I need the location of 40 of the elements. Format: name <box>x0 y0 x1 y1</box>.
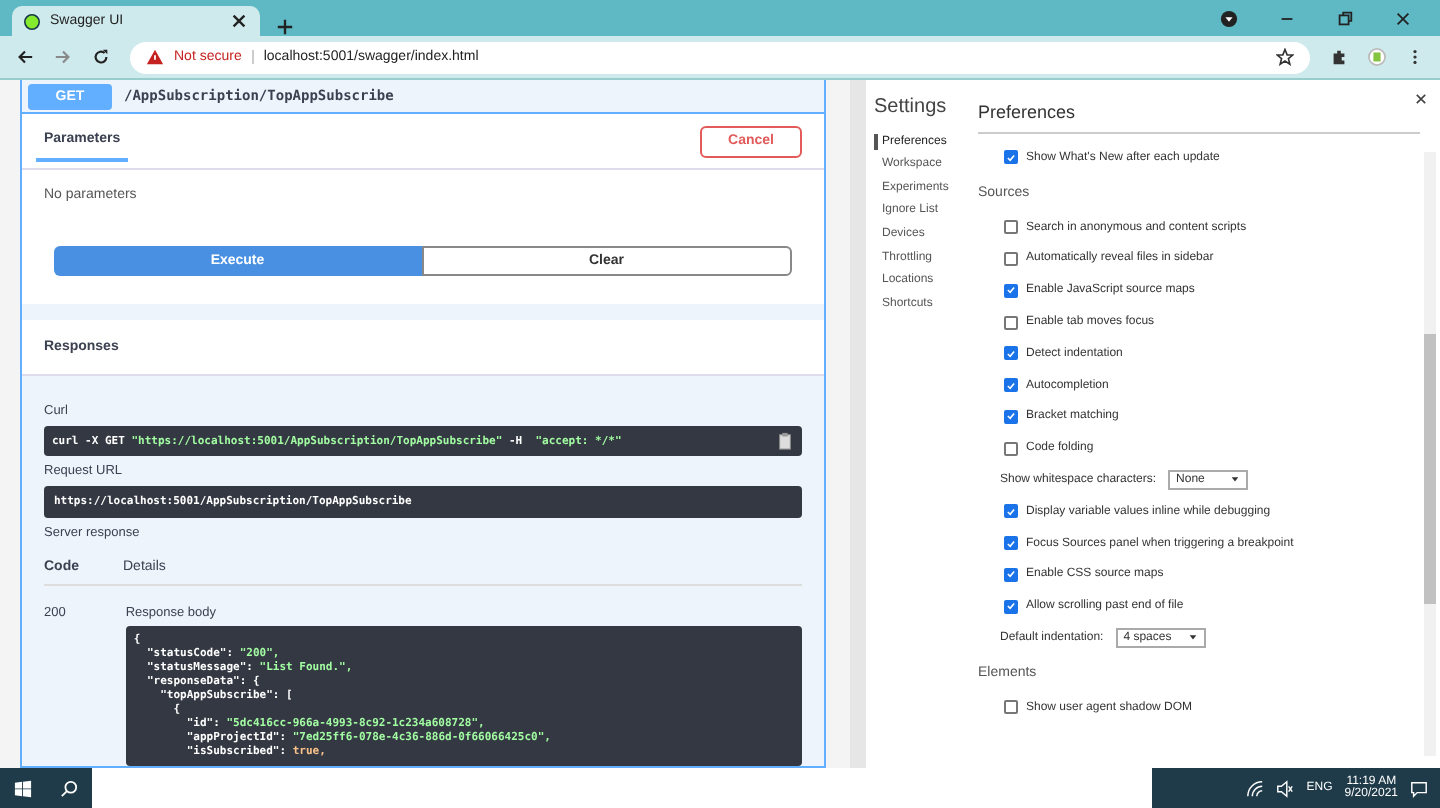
puzzle-icon[interactable] <box>1330 48 1348 66</box>
speaker-icon[interactable] <box>1276 779 1295 797</box>
checkbox[interactable] <box>1004 283 1018 298</box>
caret-icon <box>1230 474 1241 485</box>
caret-icon <box>1187 632 1198 643</box>
close-icon[interactable] <box>1414 92 1428 106</box>
reload-icon[interactable] <box>92 48 110 66</box>
star-icon[interactable] <box>1276 48 1294 66</box>
scrollbar-thumb[interactable] <box>1424 333 1436 605</box>
network-icon[interactable] <box>1246 779 1265 797</box>
restore-icon[interactable] <box>1336 9 1354 27</box>
plus-icon[interactable] <box>276 18 294 36</box>
preferences-heading: Preferences <box>978 102 1420 134</box>
taskbar-search-field[interactable] <box>92 768 1152 808</box>
checkbox[interactable] <box>1004 251 1018 266</box>
checkbox[interactable] <box>1004 378 1018 393</box>
close-icon[interactable] <box>1394 9 1412 27</box>
checkbox[interactable] <box>1004 346 1018 361</box>
checkbox[interactable] <box>1004 409 1018 424</box>
circle-logo-icon <box>24 13 40 29</box>
settings-title: Settings <box>874 96 949 118</box>
checkbox[interactable] <box>1004 220 1018 235</box>
checkbox[interactable] <box>1004 504 1018 519</box>
checkbox[interactable] <box>1004 700 1018 715</box>
windows-logo-icon[interactable] <box>13 779 31 797</box>
warning-icon <box>146 48 164 66</box>
checkbox[interactable] <box>1004 150 1018 165</box>
notification-icon[interactable] <box>1410 779 1428 797</box>
checkbox[interactable] <box>1004 441 1018 456</box>
checkbox[interactable] <box>1004 315 1018 330</box>
scrollbar[interactable] <box>1424 152 1436 756</box>
checkbox[interactable] <box>1004 567 1018 582</box>
search-icon[interactable] <box>59 779 77 797</box>
forward-icon[interactable] <box>54 48 72 66</box>
clipboard-icon[interactable] <box>776 432 794 450</box>
dropdown-icon[interactable] <box>1220 9 1238 27</box>
checkbox[interactable] <box>1004 599 1018 614</box>
checkbox[interactable] <box>1004 536 1018 551</box>
back-icon[interactable] <box>16 48 34 66</box>
close-icon[interactable] <box>230 12 248 30</box>
